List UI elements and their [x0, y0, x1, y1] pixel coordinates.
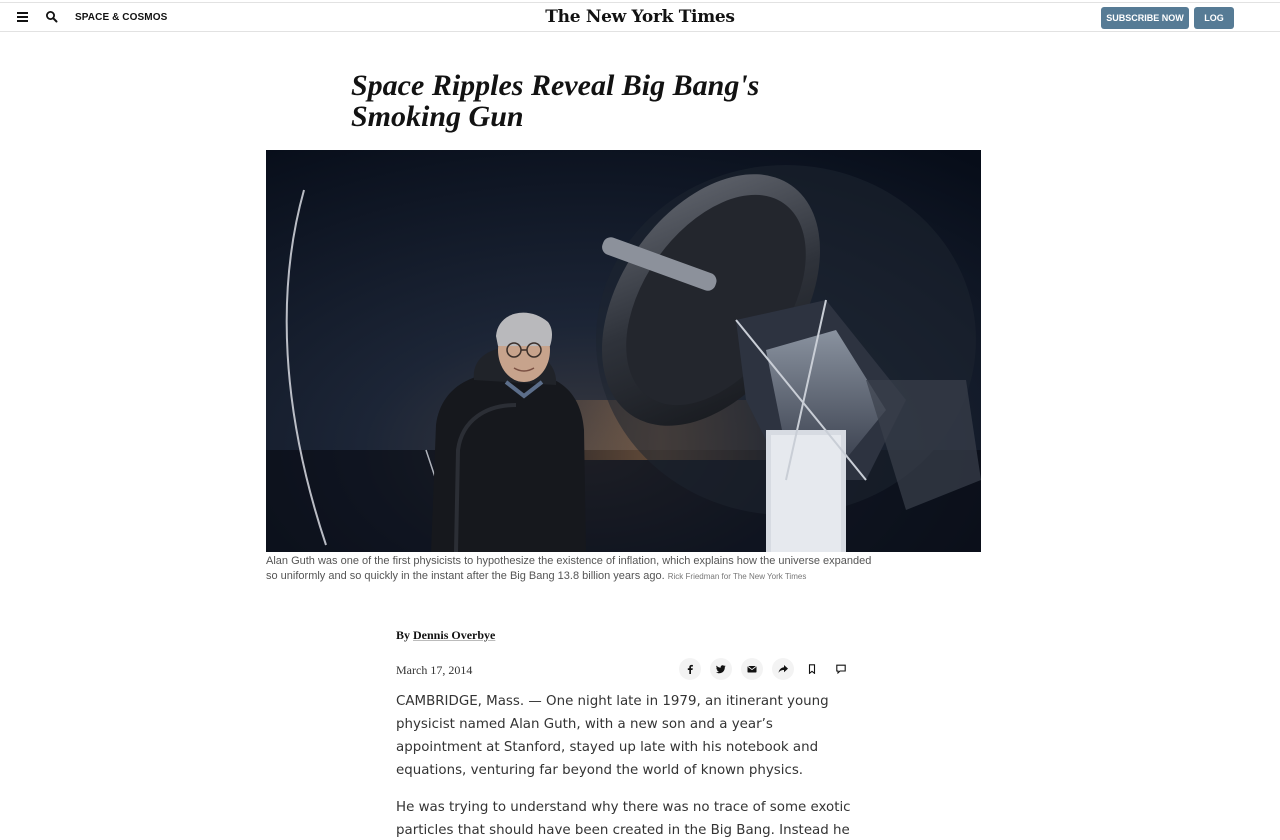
photo-credit: Rick Friedman for The New York Times	[667, 572, 807, 581]
hamburger-menu-icon[interactable]	[17, 12, 28, 22]
facebook-icon[interactable]	[679, 658, 701, 680]
byline: By Dennis Overbye	[396, 628, 495, 643]
email-icon[interactable]	[741, 658, 763, 680]
article-headline: Space Ripples Reveal Big Bang's Smoking …	[351, 69, 760, 133]
hero-photo	[266, 150, 981, 552]
subscribe-button[interactable]: SUBSCRIBE NOW	[1101, 7, 1189, 29]
search-icon[interactable]	[45, 10, 59, 24]
section-link[interactable]: SPACE & COSMOS	[75, 12, 167, 23]
top-navigation-bar: SPACE & COSMOS The New York Times SUBSCR…	[0, 2, 1280, 45]
article-paragraph: He was trying to understand why there wa…	[396, 800, 851, 838]
article-body: CAMBRIDGE, Mass. — One night late in 197…	[396, 690, 856, 840]
share-icon[interactable]	[772, 658, 794, 680]
article-paragraph: CAMBRIDGE, Mass. — One night late in 197…	[396, 694, 829, 778]
bookmark-icon[interactable]	[801, 658, 823, 680]
comment-icon[interactable]	[830, 658, 852, 680]
publish-date: March 17, 2014	[396, 663, 473, 677]
author-link[interactable]: Dennis Overbye	[413, 628, 495, 642]
byline-prefix: By	[396, 628, 411, 642]
photo-caption: Alan Guth was one of the first physicist…	[266, 554, 881, 584]
login-button[interactable]: LOG IN	[1194, 7, 1234, 45]
site-logo[interactable]: The New York Times	[540, 7, 740, 27]
twitter-icon[interactable]	[710, 658, 732, 680]
